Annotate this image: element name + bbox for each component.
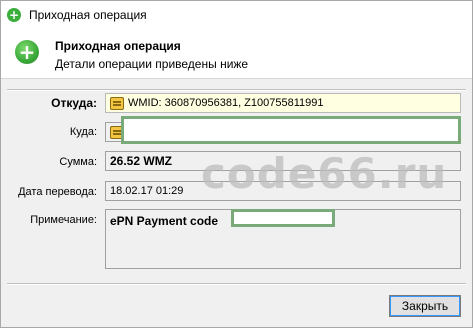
plus-circle-icon: + (7, 8, 21, 22)
redaction-box (231, 209, 335, 227)
dialog-header: + Приходная операция Детали операции при… (1, 29, 472, 79)
date-label: Дата перевода: (18, 186, 97, 198)
to-label: Куда: (69, 126, 97, 138)
redaction-box (121, 116, 461, 144)
amount-label: Сумма: (59, 156, 97, 168)
note-label: Примечание: (30, 214, 97, 226)
note-value: ePN Payment code (110, 214, 219, 228)
amount-value: 26.52 WMZ (110, 154, 173, 168)
plus-circle-icon: + (15, 40, 39, 64)
close-button[interactable]: Закрыть (389, 295, 461, 317)
divider (7, 283, 466, 285)
title-bar: + Приходная операция (1, 1, 472, 29)
window-title: Приходная операция (29, 8, 147, 22)
watermark: code66.ru (201, 149, 448, 198)
from-label: Откуда: (51, 96, 97, 110)
date-value: 18.02.17 01:29 (110, 185, 184, 197)
from-field[interactable]: WMID: 360870956381, Z100755811991 (105, 93, 461, 113)
from-value: WMID: 360870956381, Z100755811991 (128, 97, 324, 109)
divider (7, 89, 466, 91)
dialog-window: + Приходная операция + Приходная операци… (0, 0, 473, 328)
header-subtitle: Детали операции приведены ниже (55, 57, 249, 71)
header-title: Приходная операция (55, 39, 181, 53)
wallet-icon (110, 96, 124, 110)
